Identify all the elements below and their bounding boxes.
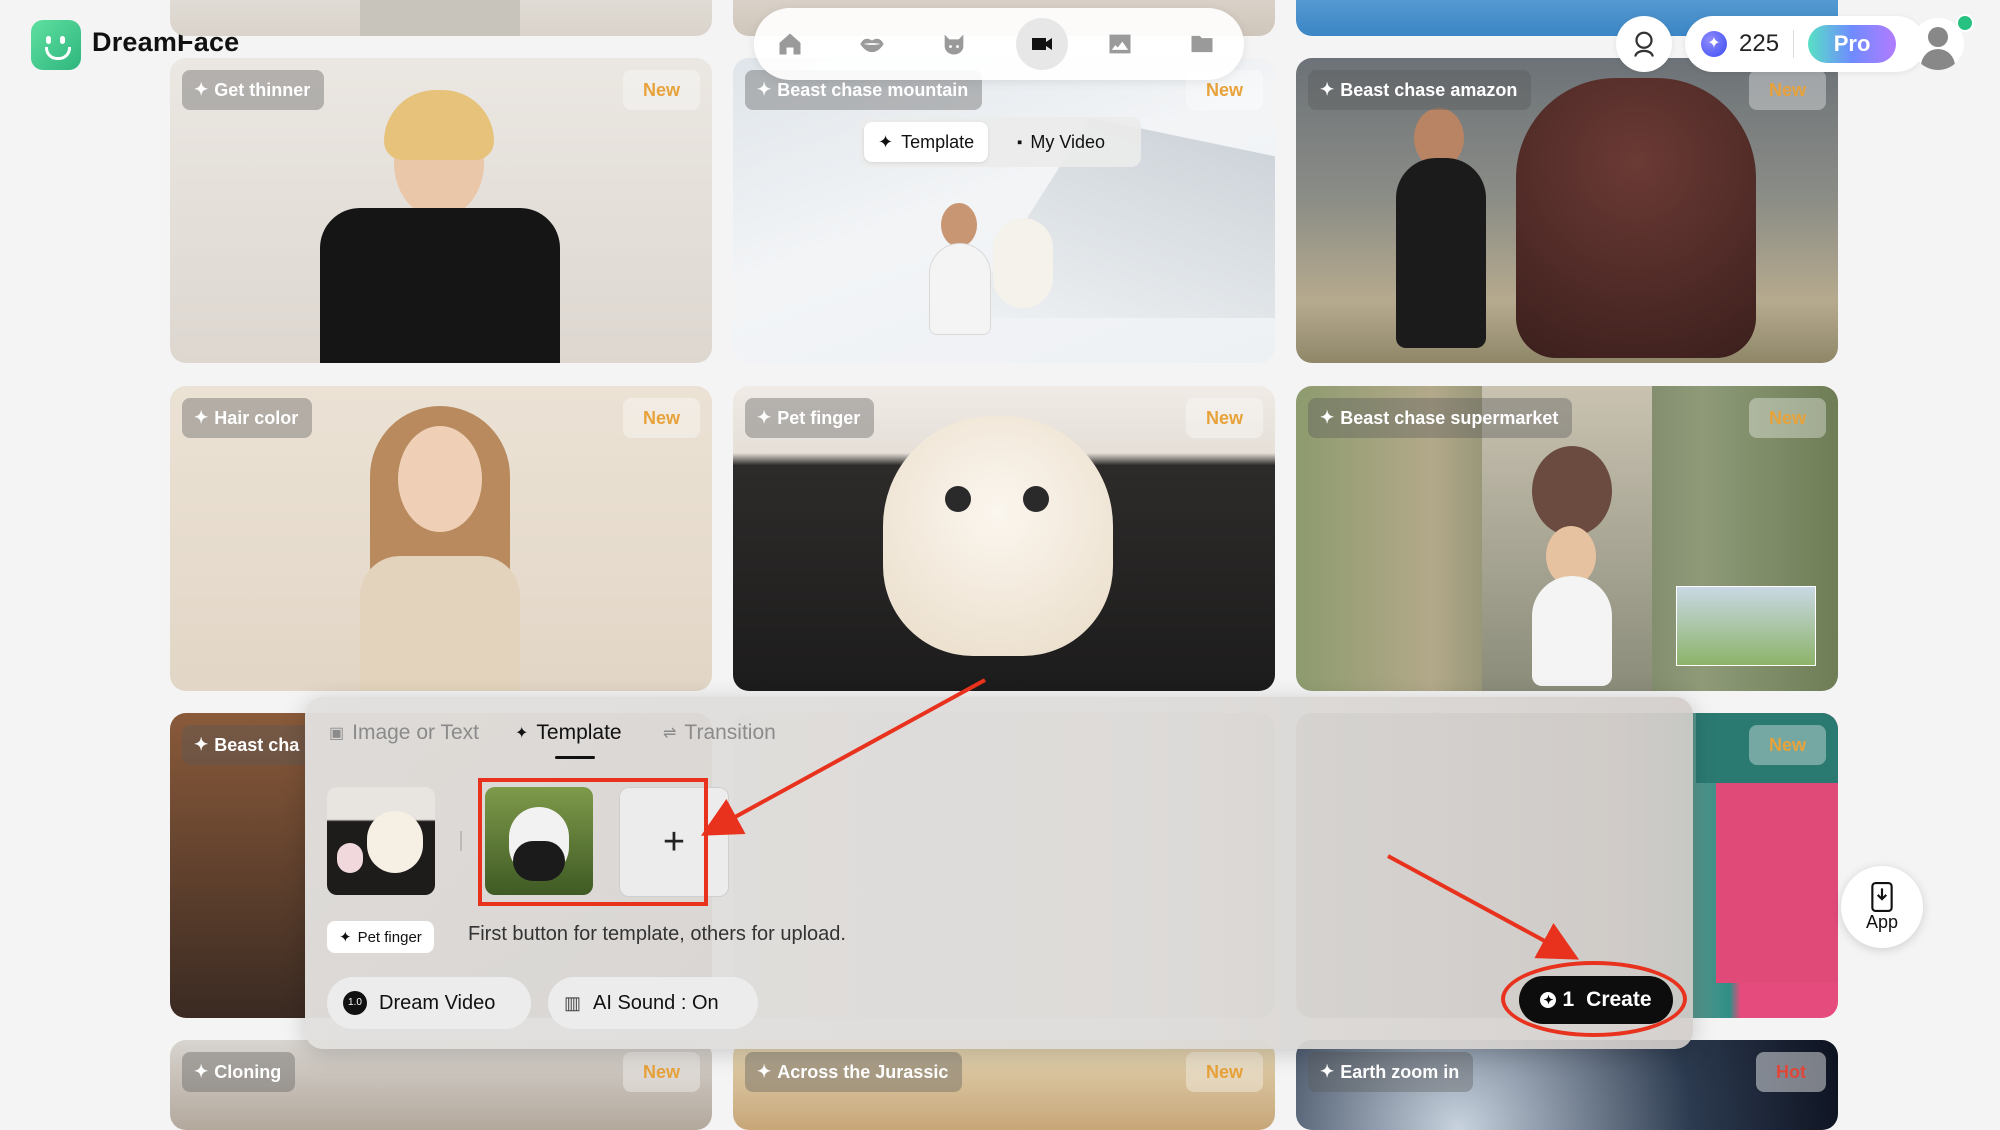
phone-download-icon bbox=[1871, 881, 1893, 912]
arrow-to-add-button bbox=[700, 678, 986, 836]
download-app-button[interactable]: App bbox=[1841, 866, 1923, 948]
arrow-to-create-button bbox=[1387, 854, 1580, 960]
annotation-arrows bbox=[700, 678, 1580, 960]
